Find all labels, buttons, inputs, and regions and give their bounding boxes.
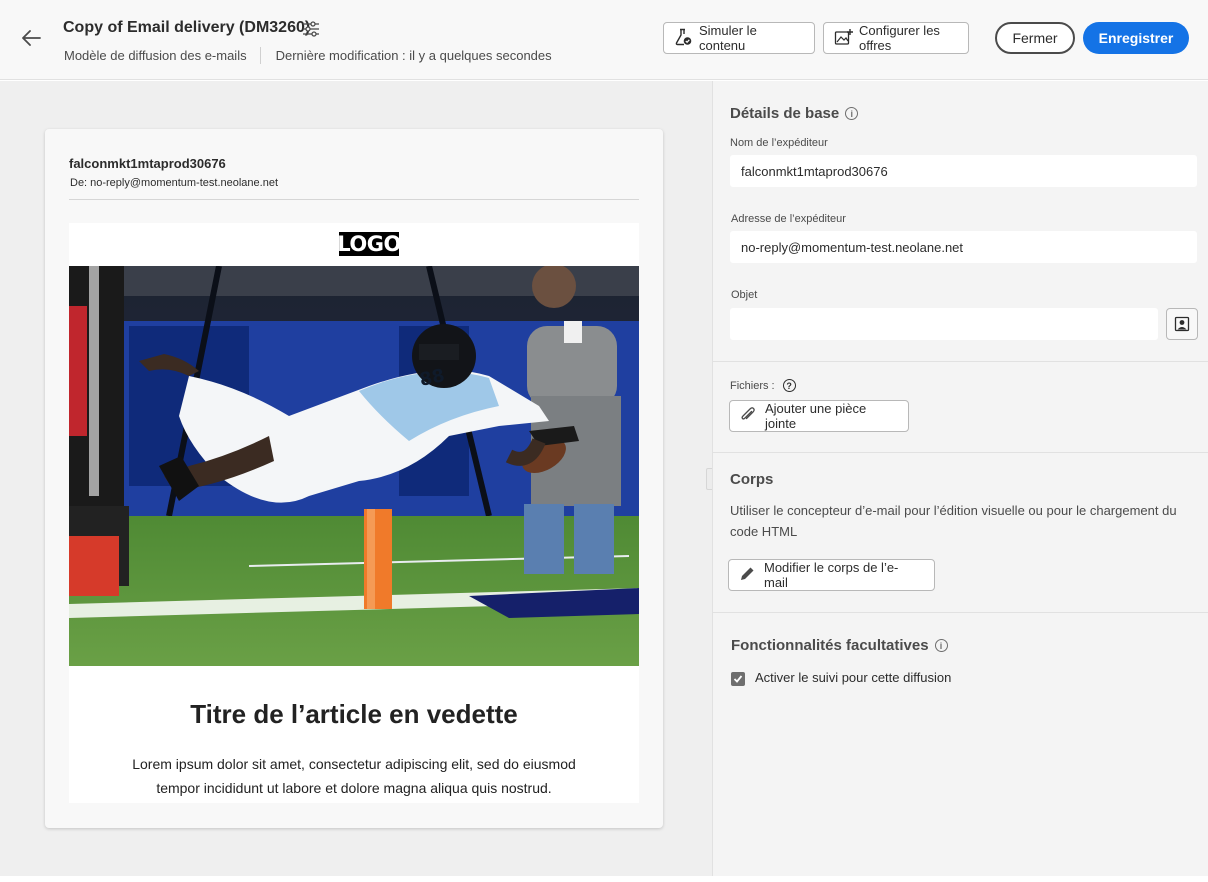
logo: LOGO [337,232,401,256]
section-divider [713,612,1208,613]
tracking-checkbox-label: Activer le suivi pour cette diffusion [755,670,952,685]
basic-details-title-text: Détails de base [730,105,840,122]
tracking-checkbox[interactable] [731,672,745,686]
body-section-title: Corps [730,471,774,488]
sender-name-field[interactable]: falconmkt1mtaprod30676 [730,155,1197,187]
sender-name-label: Nom de l’expéditeur [730,137,828,149]
add-attachment-label: Ajouter une pièce jointe [765,401,867,431]
image-add-icon [834,28,854,49]
configure-offers-label: Configurer les offres [859,23,940,53]
last-modified: Dernière modification : il y a quelques … [275,48,552,63]
info-icon[interactable]: i [934,639,948,652]
subject-field[interactable] [730,308,1158,340]
body-description: Utiliser le concepteur d’e-mail pour l’é… [730,503,1177,539]
section-divider [713,452,1208,453]
preview-sender-from: De: no-reply@momentum-test.neolane.net [70,177,278,189]
checkmark-icon [733,675,743,683]
optional-features-title-text: Fonctionnalités facultatives [731,637,929,654]
sender-address-field[interactable]: no-reply@momentum-test.neolane.net [730,231,1197,263]
subtitle: Modèle de diffusion des e-mails Dernière… [64,47,552,64]
simulate-content-button[interactable]: Simuler le contenu [663,22,815,54]
from-address: no-reply@momentum-test.neolane.net [90,177,278,189]
info-icon[interactable]: i [845,107,859,120]
edit-email-body-label: Modifier le corps de l’e-mail [764,560,899,590]
top-header: Copy of Email delivery (DM3260) Modèle d… [0,0,1208,80]
subtitle-divider [259,47,261,64]
save-button[interactable]: Enregistrer [1083,22,1189,54]
flask-icon [674,28,692,49]
edit-email-body-button[interactable]: Modifier le corps de l’e-mail [728,559,935,591]
personalization-icon[interactable] [1166,308,1198,340]
settings-sliders-icon[interactable] [302,20,320,38]
hero-image: 88 [69,266,639,666]
properties-panel: Détails de base i Nom de l’expéditeur fa… [712,81,1208,876]
add-attachment-button[interactable]: Ajouter une pièce jointe [729,400,909,432]
article-title: Titre de l’article en vedette [190,699,518,729]
files-label: Fichiers : [730,379,775,392]
card-divider [69,199,639,200]
section-divider [713,361,1208,362]
files-label-row: Fichiers : ? [730,379,796,392]
back-arrow-icon[interactable] [18,26,44,50]
email-preview-area: falconmkt1mtaprod30676 De: no-reply@mome… [0,81,712,876]
page-title: Copy of Email delivery (DM3260) [63,19,311,36]
sender-address-label: Adresse de l’expéditeur [731,213,846,225]
email-body-preview: LOGO 88 Titre de l’article en vedette Lo… [69,223,639,803]
pencil-icon [738,565,756,586]
subject-label: Objet [731,289,758,301]
preview-sender-name: falconmkt1mtaprod30676 [69,156,226,171]
configure-offers-button[interactable]: Configurer les offres [823,22,969,54]
optional-features-title: Fonctionnalités facultatives i [731,637,948,654]
from-prefix: De: [70,177,88,189]
help-icon[interactable]: ? [782,379,796,392]
basic-details-section-title: Détails de base i [730,105,859,122]
email-preview-card: falconmkt1mtaprod30676 De: no-reply@mome… [45,129,663,828]
paperclip-icon [739,406,757,427]
close-button[interactable]: Fermer [995,22,1075,54]
article-text: Lorem ipsum dolor sit amet, consectetur … [132,756,576,796]
simulate-content-label: Simuler le contenu [699,23,757,53]
template-label: Modèle de diffusion des e-mails [64,48,247,63]
